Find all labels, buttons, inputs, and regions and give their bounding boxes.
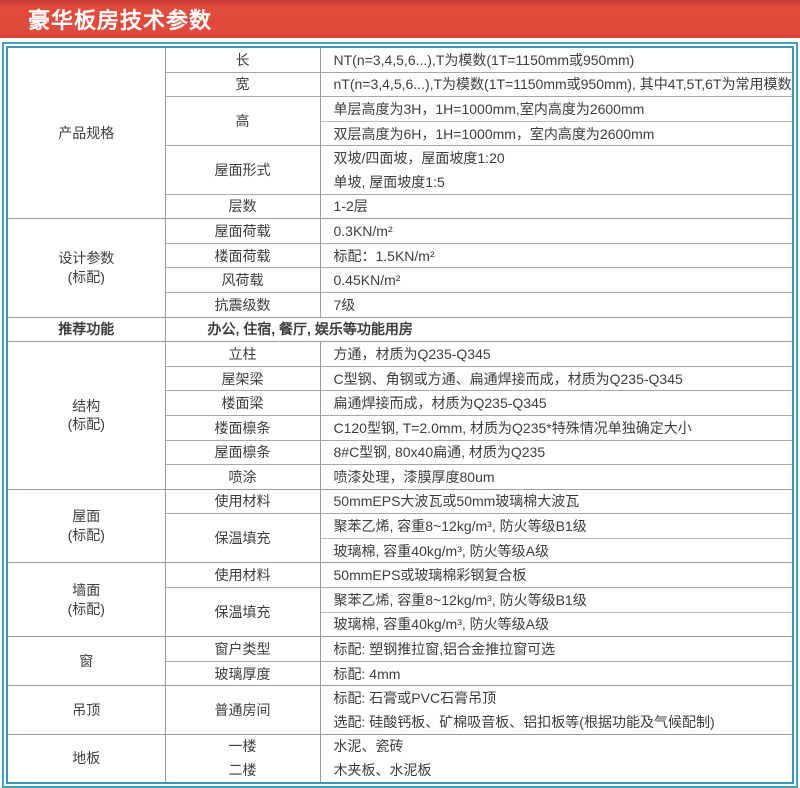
param-label: 保温填充 xyxy=(165,588,320,637)
param-label: 使用材料 xyxy=(165,489,320,514)
param-label: 屋面形式 xyxy=(165,146,320,194)
category-note: (标配) xyxy=(8,526,165,545)
param-value: 单坡, 屋面坡度1:5 xyxy=(320,170,792,194)
param-value: 扁通焊接而成，材质为Q235-Q345 xyxy=(320,391,792,416)
param-value: nT(n=3,4,5,6...),T为模数(1T=1150mm或950mm), … xyxy=(320,72,792,97)
category-cell: 窗 xyxy=(8,637,165,686)
param-label: 喷涂 xyxy=(165,465,320,490)
param-label: 玻璃厚度 xyxy=(165,661,320,686)
param-value: 标配：1.5KN/m² xyxy=(320,243,792,268)
param-value: 单层高度为3H，1H=1000mm,室内高度为2600mm xyxy=(320,97,792,122)
param-value: 标配: 石膏或PVC石膏吊顶 xyxy=(320,686,792,710)
category-note: (标配) xyxy=(8,600,165,619)
category-label: 推荐功能 xyxy=(8,320,165,339)
category-cell: 产品规格 xyxy=(8,48,165,219)
param-value: 标配: 塑钢推拉窗,铝合金推拉窗可选 xyxy=(320,637,792,662)
param-label: 使用材料 xyxy=(165,563,320,588)
category-cell: 吊顶 xyxy=(8,686,165,734)
table-outer-border: 产品规格 长 NT(n=3,4,5,6...),T为模数(1T=1150mm或9… xyxy=(2,42,798,788)
param-value: 办公, 住宿, 餐厅, 娱乐等功能用房 xyxy=(165,317,792,342)
category-label: 设计参数 xyxy=(8,249,165,268)
param-value: 水泥、瓷砖 xyxy=(320,734,792,758)
param-value: 8#C型钢, 80x40扁通, 材质为Q235 xyxy=(320,440,792,465)
category-cell: 地板 xyxy=(8,734,165,782)
param-value: 双坡/四面坡，屋面坡度1:20 xyxy=(320,146,792,170)
param-label: 抗震级数 xyxy=(165,292,320,317)
page-title: 豪华板房技术参数 xyxy=(0,3,212,35)
param-label: 楼面檩条 xyxy=(165,415,320,440)
param-value: 50mmEPS或玻璃棉彩钢复合板 xyxy=(320,563,792,588)
param-label: 普通房间 xyxy=(165,686,320,734)
param-value: 聚苯乙烯, 容重8~12kg/m³, 防火等级B1级 xyxy=(320,588,792,613)
param-value: C120型钢, T=2.0mm, 材质为Q235*特殊情况单独确定大小 xyxy=(320,415,792,440)
category-label: 产品规格 xyxy=(8,124,165,143)
category-cell: 推荐功能 xyxy=(8,317,165,342)
param-label: 宽 xyxy=(165,72,320,97)
param-value: 1-2层 xyxy=(320,194,792,219)
param-label: 窗户类型 xyxy=(165,637,320,662)
category-cell: 设计参数 (标配) xyxy=(8,219,165,317)
param-value: 0.3KN/m² xyxy=(320,219,792,244)
param-value: 双层高度为6H，1H=1000mm，室内高度为2600mm xyxy=(320,121,792,146)
param-value: C型钢、角钢或方通、扁通焊接而成，材质为Q235-Q345 xyxy=(320,366,792,391)
param-label: 一楼 xyxy=(165,734,320,758)
category-cell: 结构 (标配) xyxy=(8,342,165,490)
param-value: 标配: 4mm xyxy=(320,661,792,686)
param-label: 二楼 xyxy=(165,758,320,782)
param-value: 玻璃棉, 容重40kg/m³, 防火等级A级 xyxy=(320,612,792,637)
param-label: 屋架梁 xyxy=(165,366,320,391)
param-value: 0.45KN/m² xyxy=(320,268,792,293)
category-label: 窗 xyxy=(8,652,165,671)
param-label: 高 xyxy=(165,97,320,146)
param-value: 喷漆处理，漆膜厚度80um xyxy=(320,465,792,490)
param-value: 方通，材质为Q235-Q345 xyxy=(320,342,792,367)
title-banner: 豪华板房技术参数 xyxy=(0,0,800,38)
param-label: 层数 xyxy=(165,194,320,219)
category-label: 地板 xyxy=(8,749,165,768)
param-value: 聚苯乙烯, 容重8~12kg/m³, 防火等级B1级 xyxy=(320,514,792,539)
param-label: 楼面梁 xyxy=(165,391,320,416)
param-label: 长 xyxy=(165,48,320,72)
category-cell: 墙面 (标配) xyxy=(8,563,165,637)
category-label: 屋面 xyxy=(8,507,165,526)
param-value: NT(n=3,4,5,6...),T为模数(1T=1150mm或950mm) xyxy=(320,48,792,72)
param-value: 选配: 硅酸钙板、矿棉吸音板、铝扣板等(根据功能及气候配制) xyxy=(320,710,792,734)
spec-table: 产品规格 长 NT(n=3,4,5,6...),T为模数(1T=1150mm或9… xyxy=(8,48,792,782)
param-value: 木夹板、水泥板 xyxy=(320,758,792,782)
category-note: (标配) xyxy=(8,415,165,434)
table-inner-border: 产品规格 长 NT(n=3,4,5,6...),T为模数(1T=1150mm或9… xyxy=(6,46,794,784)
category-cell: 屋面 (标配) xyxy=(8,489,165,563)
category-label: 结构 xyxy=(8,397,165,416)
param-label: 立柱 xyxy=(165,342,320,367)
category-label: 吊顶 xyxy=(8,701,165,720)
param-label: 保温填充 xyxy=(165,514,320,563)
param-value: 7级 xyxy=(320,292,792,317)
param-label: 屋面檩条 xyxy=(165,440,320,465)
category-label: 墙面 xyxy=(8,581,165,600)
category-note: (标配) xyxy=(8,268,165,287)
param-value: 玻璃棉, 容重40kg/m³, 防火等级A级 xyxy=(320,538,792,563)
param-label: 楼面荷载 xyxy=(165,243,320,268)
param-label: 风荷载 xyxy=(165,268,320,293)
param-value: 50mmEPS大波瓦或50mm玻璃棉大波瓦 xyxy=(320,489,792,514)
param-label: 屋面荷载 xyxy=(165,219,320,244)
